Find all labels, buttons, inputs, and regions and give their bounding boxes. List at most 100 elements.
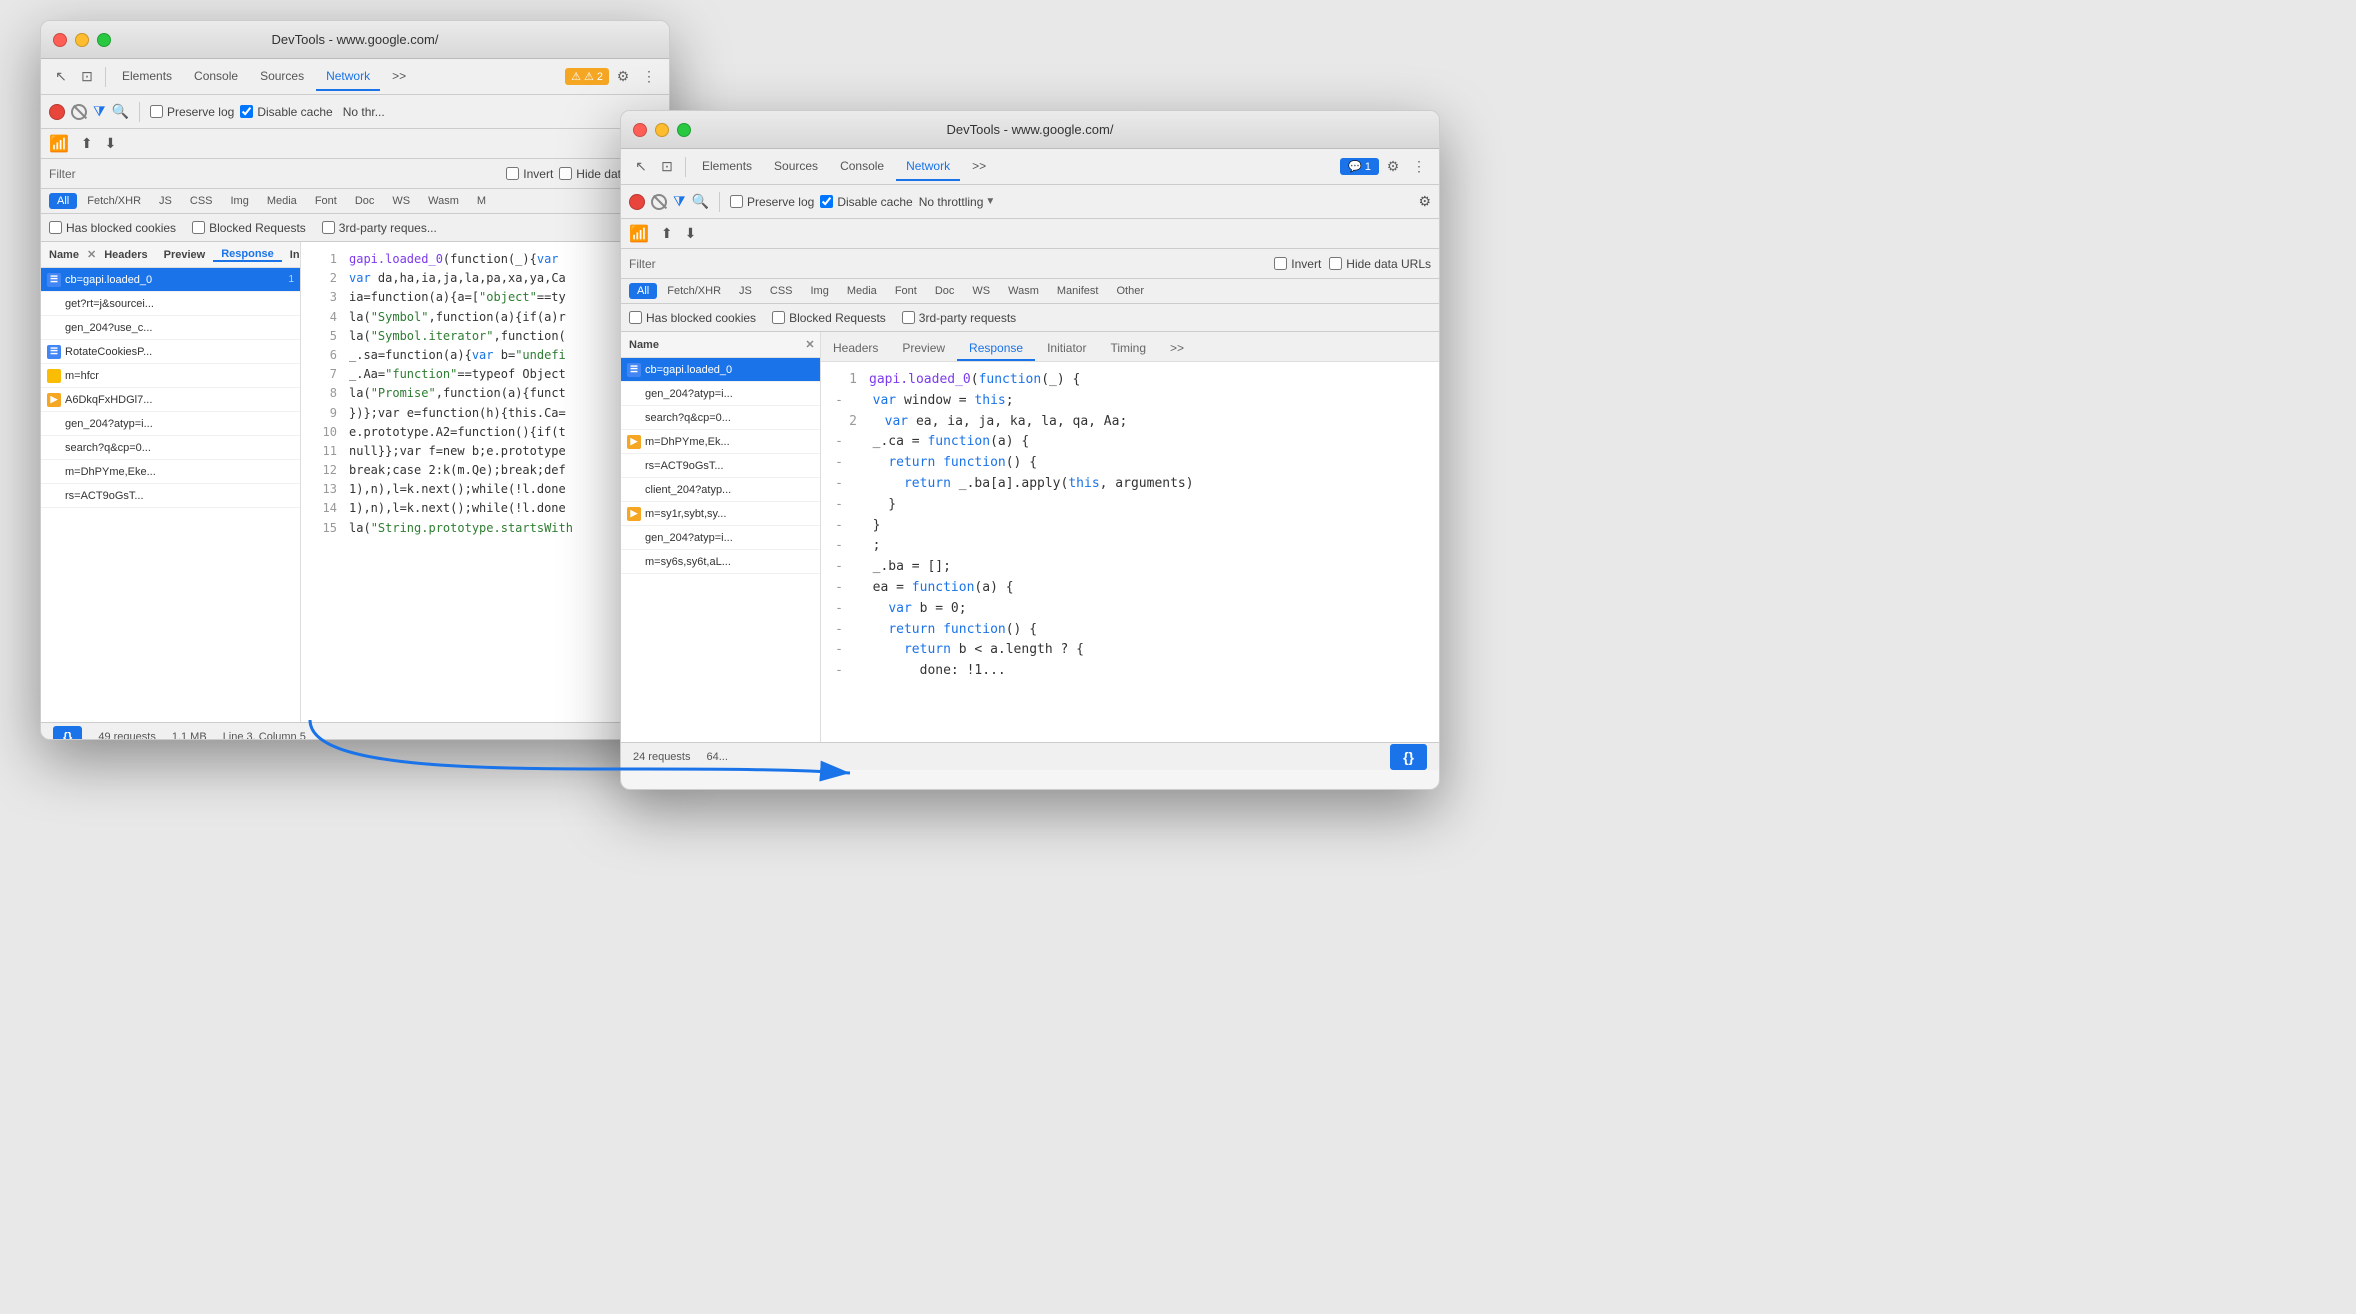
layers-icon[interactable]: ⊡: [75, 65, 99, 89]
network-settings-icon-2[interactable]: ⚙: [1418, 193, 1431, 210]
headers-tab-1[interactable]: Headers: [96, 249, 155, 261]
upload-icon-2[interactable]: ⬆: [661, 225, 673, 242]
invert-checkbox-2[interactable]: Invert: [1274, 257, 1321, 271]
type-btn-all-2[interactable]: All: [629, 283, 657, 299]
tab-more-2[interactable]: >>: [962, 153, 996, 181]
layers-icon-2[interactable]: ⊡: [655, 155, 679, 179]
badge-count-2[interactable]: 💬 1: [1340, 158, 1379, 175]
close-button-1[interactable]: [53, 33, 67, 47]
request-item-2-6[interactable]: client_204?atyp...: [621, 478, 820, 502]
preserve-log-checkbox-2[interactable]: Preserve log: [730, 195, 814, 209]
tab-response-2[interactable]: Response: [957, 337, 1035, 361]
close-col-icon-2[interactable]: ✕: [800, 338, 820, 351]
request-item-1-2[interactable]: get?rt=j&sourcei...: [41, 292, 300, 316]
third-party-1[interactable]: 3rd-party reques...: [322, 221, 437, 235]
request-item-1-7[interactable]: gen_204?atyp=i...: [41, 412, 300, 436]
request-item-2-3[interactable]: search?q&cp=0...: [621, 406, 820, 430]
request-item-1-9[interactable]: m=DhPYme,Eke...: [41, 460, 300, 484]
type-btn-img-2[interactable]: Img: [803, 283, 837, 299]
tab-more-panel-2[interactable]: >>: [1158, 337, 1196, 361]
more-icon-2[interactable]: ⋮: [1407, 155, 1431, 179]
tab-headers-2[interactable]: Headers: [821, 337, 890, 361]
type-btn-wasm-1[interactable]: Wasm: [420, 193, 467, 209]
type-btn-js-2[interactable]: JS: [731, 283, 760, 299]
request-item-1-6[interactable]: ▶ A6DkqFxHDGl7...: [41, 388, 300, 412]
type-btn-font-1[interactable]: Font: [307, 193, 345, 209]
upload-icon-1[interactable]: ⬆: [81, 135, 93, 152]
in-tab-1[interactable]: In: [282, 249, 301, 261]
wifi-icon-2[interactable]: 📶: [629, 224, 649, 244]
throttle-dropdown-2[interactable]: No throttling ▼: [919, 195, 996, 209]
request-item-2-9[interactable]: m=sy6s,sy6t,aL...: [621, 550, 820, 574]
type-btn-js-1[interactable]: JS: [151, 193, 180, 209]
type-btn-doc-1[interactable]: Doc: [347, 193, 383, 209]
disable-cache-checkbox-2[interactable]: Disable cache: [820, 195, 912, 209]
type-btn-xhr-2[interactable]: Fetch/XHR: [659, 283, 729, 299]
minimize-button-1[interactable]: [75, 33, 89, 47]
blocked-requests-2[interactable]: Blocked Requests: [772, 311, 886, 325]
tab-console-2[interactable]: Console: [830, 153, 894, 181]
request-item-1-3[interactable]: gen_204?use_c...: [41, 316, 300, 340]
type-btn-css-1[interactable]: CSS: [182, 193, 221, 209]
request-item-1-1[interactable]: ☰ cb=gapi.loaded_0 1: [41, 268, 300, 292]
cursor-icon-2[interactable]: ↖: [629, 155, 653, 179]
request-item-1-8[interactable]: search?q&cp=0...: [41, 436, 300, 460]
tab-network-1[interactable]: Network: [316, 63, 380, 91]
search-icon-2[interactable]: 🔍: [692, 193, 709, 210]
tab-timing-2[interactable]: Timing: [1098, 337, 1158, 361]
preserve-log-checkbox-1[interactable]: Preserve log: [150, 105, 234, 119]
type-btn-media-2[interactable]: Media: [839, 283, 885, 299]
clear-button-2[interactable]: [651, 194, 667, 210]
request-item-2-4[interactable]: ▶ m=DhPYme,Ek...: [621, 430, 820, 454]
tab-network-2[interactable]: Network: [896, 153, 960, 181]
close-col-icon-1[interactable]: ✕: [87, 248, 96, 261]
minimize-button-2[interactable]: [655, 123, 669, 137]
type-btn-all-1[interactable]: All: [49, 193, 77, 209]
hide-data-urls-2[interactable]: Hide data URLs: [1329, 257, 1431, 271]
request-item-1-5[interactable]: m=hfcr: [41, 364, 300, 388]
type-btn-doc-2[interactable]: Doc: [927, 283, 963, 299]
wifi-icon-1[interactable]: 📶: [49, 134, 69, 154]
filter-icon-2[interactable]: ⧩: [673, 193, 686, 210]
filter-icon-1[interactable]: ⧩: [93, 103, 106, 120]
tab-sources-2[interactable]: Sources: [764, 153, 828, 181]
request-item-2-2[interactable]: gen_204?atyp=i...: [621, 382, 820, 406]
type-btn-ws-1[interactable]: WS: [384, 193, 418, 209]
request-item-1-10[interactable]: rs=ACT9oGsT...: [41, 484, 300, 508]
close-button-2[interactable]: [633, 123, 647, 137]
type-btn-other-2[interactable]: Other: [1108, 283, 1152, 299]
settings-icon-1[interactable]: ⚙: [611, 65, 635, 89]
disable-cache-checkbox-1[interactable]: Disable cache: [240, 105, 332, 119]
maximize-button-2[interactable]: [677, 123, 691, 137]
third-party-2[interactable]: 3rd-party requests: [902, 311, 1016, 325]
tab-preview-2[interactable]: Preview: [890, 337, 957, 361]
blocked-cookies-2[interactable]: Has blocked cookies: [629, 311, 756, 325]
response-tab-1[interactable]: Response: [213, 248, 282, 262]
pretty-print-button-2[interactable]: {}: [1390, 744, 1427, 770]
type-btn-xhr-1[interactable]: Fetch/XHR: [79, 193, 149, 209]
record-button-1[interactable]: [49, 104, 65, 120]
tab-initiator-2[interactable]: Initiator: [1035, 337, 1098, 361]
maximize-button-1[interactable]: [97, 33, 111, 47]
type-btn-wasm-2[interactable]: Wasm: [1000, 283, 1047, 299]
type-btn-font-2[interactable]: Font: [887, 283, 925, 299]
request-item-1-4[interactable]: ☰ RotateCookiesP...: [41, 340, 300, 364]
blocked-requests-1[interactable]: Blocked Requests: [192, 221, 306, 235]
request-item-2-1[interactable]: ☰ cb=gapi.loaded_0: [621, 358, 820, 382]
type-btn-img-1[interactable]: Img: [223, 193, 257, 209]
type-btn-m-1[interactable]: M: [469, 193, 494, 209]
invert-checkbox-1[interactable]: Invert: [506, 167, 553, 181]
pretty-print-button-1[interactable]: {}: [53, 726, 82, 741]
request-item-2-8[interactable]: gen_204?atyp=i...: [621, 526, 820, 550]
cursor-icon[interactable]: ↖: [49, 65, 73, 89]
type-btn-css-2[interactable]: CSS: [762, 283, 801, 299]
type-btn-manifest-2[interactable]: Manifest: [1049, 283, 1107, 299]
type-btn-media-1[interactable]: Media: [259, 193, 305, 209]
settings-icon-2[interactable]: ⚙: [1381, 155, 1405, 179]
download-icon-2[interactable]: ⬇: [685, 225, 697, 242]
request-item-2-7[interactable]: ▶ m=sy1r,sybt,sy...: [621, 502, 820, 526]
tab-elements-1[interactable]: Elements: [112, 63, 182, 91]
blocked-cookies-1[interactable]: Has blocked cookies: [49, 221, 176, 235]
tab-sources-1[interactable]: Sources: [250, 63, 314, 91]
type-btn-ws-2[interactable]: WS: [964, 283, 998, 299]
